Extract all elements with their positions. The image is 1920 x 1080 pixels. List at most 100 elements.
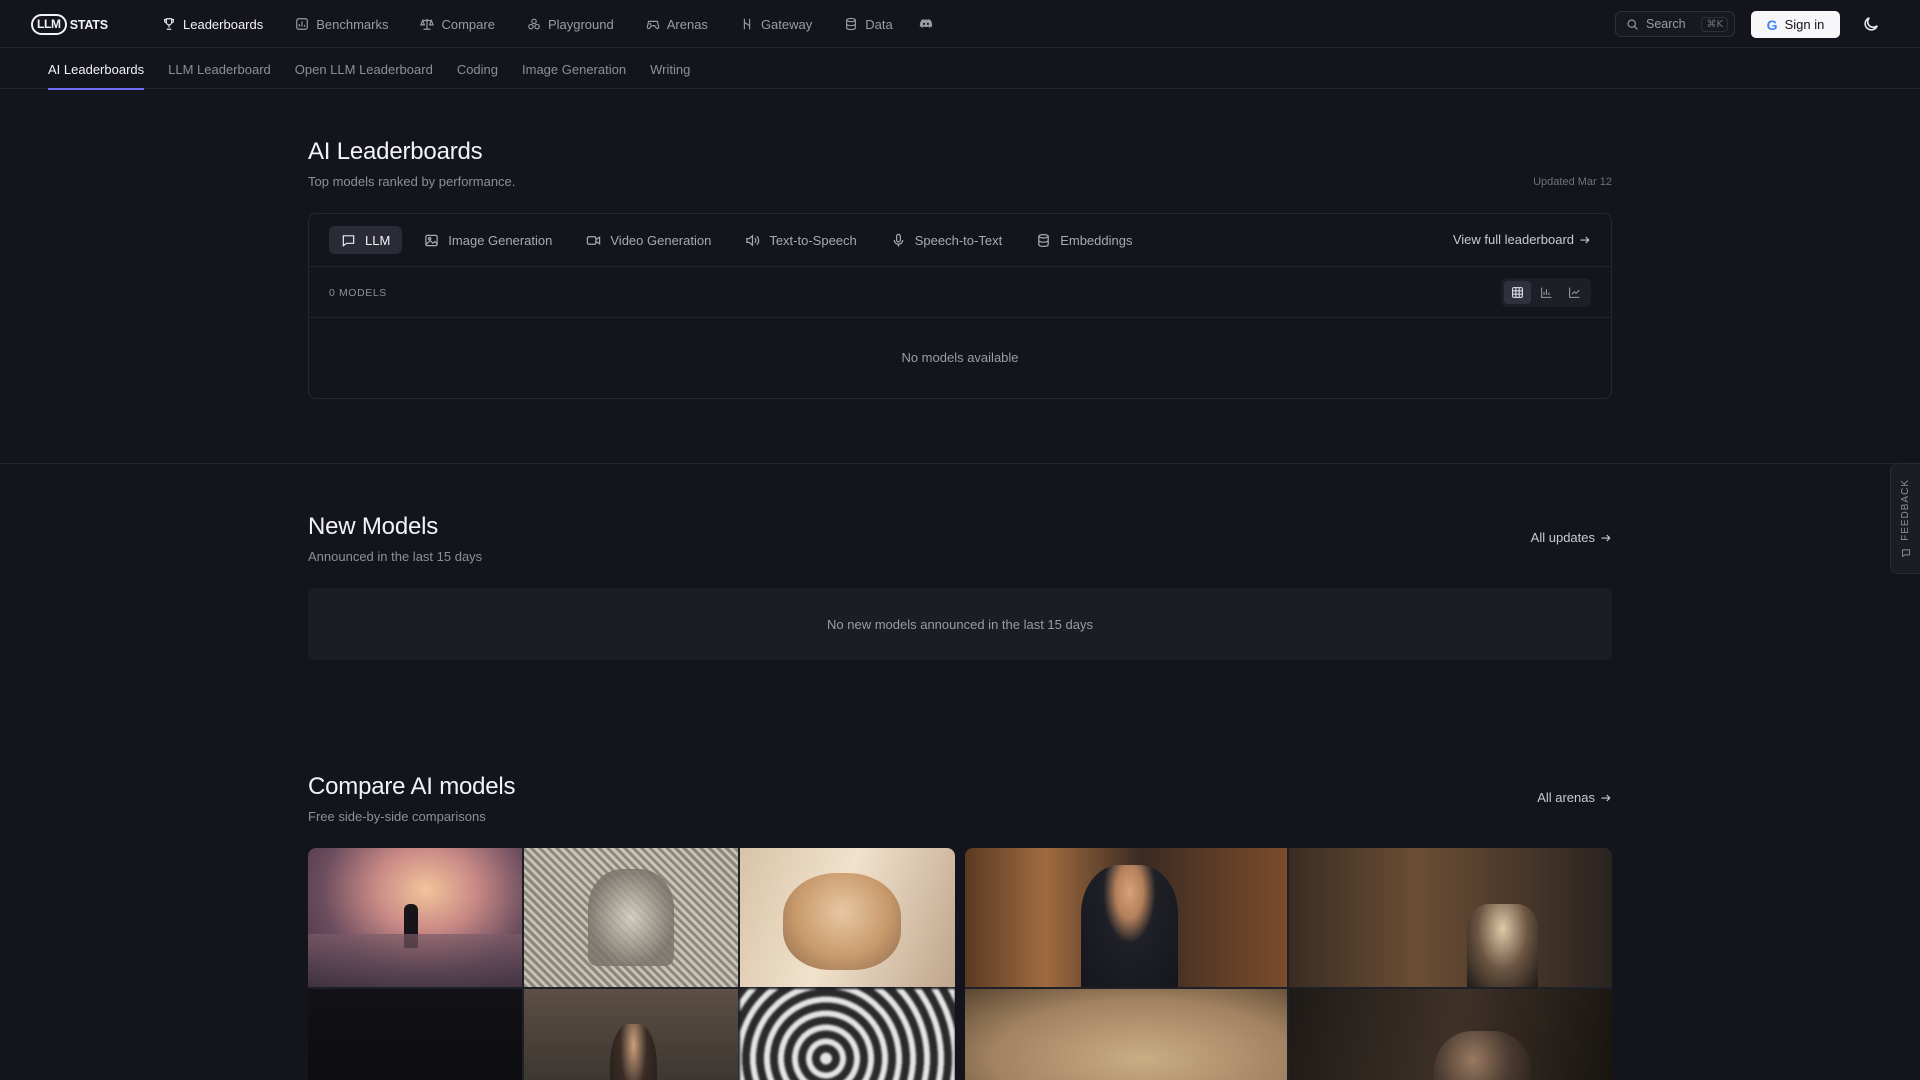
table-view-icon xyxy=(1511,287,1523,298)
scale-icon xyxy=(420,18,435,30)
arena-video-library xyxy=(1289,848,1612,987)
tab-speech-to-text[interactable]: Speech-to-Text xyxy=(879,226,1014,254)
sub-navigation: AI Leaderboards LLM Leaderboard Open LLM… xyxy=(0,49,1920,90)
subtab-open-llm-leaderboard[interactable]: Open LLM Leaderboard xyxy=(295,49,433,89)
arrow-right-icon xyxy=(1601,534,1611,541)
scatter-chart-icon xyxy=(1569,287,1580,298)
sign-in-button[interactable]: G Sign in xyxy=(1751,11,1840,38)
nav-item-benchmarks[interactable]: Benchmarks xyxy=(279,0,404,48)
arrow-right-icon xyxy=(1601,794,1611,801)
all-arenas-link[interactable]: All arenas xyxy=(1537,790,1612,805)
subtab-llm-leaderboard[interactable]: LLM Leaderboard xyxy=(168,49,271,89)
arena-video-portrait xyxy=(1289,989,1612,1080)
bench-icon xyxy=(296,18,309,30)
view-mode-toggle xyxy=(1501,278,1591,307)
logo-word: STATS xyxy=(69,17,108,32)
tab-label: Image Generation xyxy=(448,232,553,248)
logo[interactable]: LLM STATS xyxy=(31,14,108,35)
category-tabs: LLM Image Generation Video Generation Te… xyxy=(309,214,1611,267)
search-button[interactable]: Search ⌘K xyxy=(1615,11,1735,37)
new-models-empty-state: No new models announced in the last 15 d… xyxy=(308,588,1612,660)
subtab-image-generation[interactable]: Image Generation xyxy=(522,49,626,89)
trophy-icon xyxy=(164,18,174,30)
tab-label: Speech-to-Text xyxy=(914,232,1003,248)
scatter-chart-view-button[interactable] xyxy=(1561,281,1588,304)
discord-link[interactable] xyxy=(909,0,943,48)
gamepad-icon xyxy=(646,20,659,30)
new-models-subtitle: Announced in the last 15 days xyxy=(308,549,483,564)
search-shortcut: ⌘K xyxy=(1701,16,1728,32)
image-icon xyxy=(425,234,439,246)
compare-title: Compare AI models xyxy=(308,773,516,800)
tab-label: Embeddings xyxy=(1060,232,1133,248)
subtab-coding[interactable]: Coding xyxy=(457,49,498,89)
all-updates-link[interactable]: All updates xyxy=(1531,530,1612,545)
search-icon xyxy=(1627,18,1638,30)
nav-item-playground[interactable]: Playground xyxy=(511,0,630,48)
search-label: Search xyxy=(1646,17,1686,31)
arena-image-engraving xyxy=(524,848,738,987)
tab-text-to-speech[interactable]: Text-to-Speech xyxy=(733,226,868,254)
feedback-tab[interactable]: FEEDBACK xyxy=(1890,463,1920,574)
arena-image-garden-sunset xyxy=(308,848,522,987)
image-arena-card[interactable] xyxy=(308,848,955,1080)
tab-label: Video Generation xyxy=(610,232,712,248)
nav-item-label: Data xyxy=(865,16,893,32)
discord-icon xyxy=(919,19,932,28)
video-icon xyxy=(587,235,601,245)
tab-llm[interactable]: LLM xyxy=(329,226,403,254)
leaderboard-meta-bar: 0 MODELS xyxy=(309,267,1611,318)
mic-icon xyxy=(893,233,904,247)
google-icon: G xyxy=(1766,16,1778,33)
logo-badge: LLM xyxy=(31,14,67,35)
arena-image-dark xyxy=(308,989,522,1080)
tab-label: Text-to-Speech xyxy=(769,232,857,248)
chat-icon xyxy=(342,234,355,247)
bar-chart-icon xyxy=(1540,287,1551,298)
arena-video-student xyxy=(965,848,1287,987)
subtab-ai-leaderboards[interactable]: AI Leaderboards xyxy=(48,49,145,90)
view-full-label: View full leaderboard xyxy=(1452,232,1574,247)
nav-item-arenas[interactable]: Arenas xyxy=(630,0,724,48)
main-nav: Leaderboards Benchmarks Compare Playgrou… xyxy=(146,0,943,48)
top-navigation: LLM STATS Leaderboards Benchmarks Compar… xyxy=(0,0,1920,48)
leaderboard-panel: LLM Image Generation Video Generation Te… xyxy=(308,213,1612,399)
page-subtitle: Top models ranked by performance. xyxy=(308,174,516,189)
leaderboard-empty-state: No models available xyxy=(901,350,1019,365)
tab-video-generation[interactable]: Video Generation xyxy=(574,226,723,254)
tab-embeddings[interactable]: Embeddings xyxy=(1024,226,1144,254)
nav-item-label: Benchmarks xyxy=(316,16,389,32)
nav-item-leaderboards[interactable]: Leaderboards xyxy=(146,0,279,48)
subtab-writing[interactable]: Writing xyxy=(650,49,690,89)
table-view-button[interactable] xyxy=(1504,281,1531,304)
bar-chart-view-button[interactable] xyxy=(1533,281,1560,304)
database-icon xyxy=(1038,233,1049,247)
nav-item-label: Gateway xyxy=(760,16,813,32)
nav-item-label: Playground xyxy=(547,16,614,32)
database-icon xyxy=(846,17,857,31)
view-full-leaderboard-link[interactable]: View full leaderboard xyxy=(1453,232,1591,247)
arrow-right-icon xyxy=(1580,236,1590,243)
moon-icon[interactable] xyxy=(1862,15,1880,33)
all-arenas-label: All arenas xyxy=(1537,790,1595,805)
arena-image-warrior xyxy=(524,989,738,1080)
feedback-label: FEEDBACK xyxy=(1900,478,1911,541)
models-count: 0 MODELS xyxy=(329,287,387,299)
tab-image-generation[interactable]: Image Generation xyxy=(412,226,564,254)
nav-item-compare[interactable]: Compare xyxy=(404,0,510,48)
nav-item-label: Compare xyxy=(441,16,495,32)
arena-image-abstract xyxy=(740,989,955,1080)
page-title: AI Leaderboards xyxy=(308,138,483,165)
updated-timestamp: Updated Mar 12 xyxy=(1533,176,1612,188)
new-models-title: New Models xyxy=(308,513,439,540)
section-divider xyxy=(0,463,1920,464)
nav-item-data[interactable]: Data xyxy=(828,0,908,48)
nav-item-gateway[interactable]: Gateway xyxy=(724,0,828,48)
arena-image-cat xyxy=(740,848,955,987)
sign-in-label: Sign in xyxy=(1784,17,1825,32)
nav-item-label: Arenas xyxy=(666,16,708,32)
all-updates-label: All updates xyxy=(1530,530,1595,545)
flask-icon xyxy=(528,18,540,30)
video-arena-card[interactable] xyxy=(965,848,1612,1080)
speaker-icon xyxy=(746,233,760,247)
